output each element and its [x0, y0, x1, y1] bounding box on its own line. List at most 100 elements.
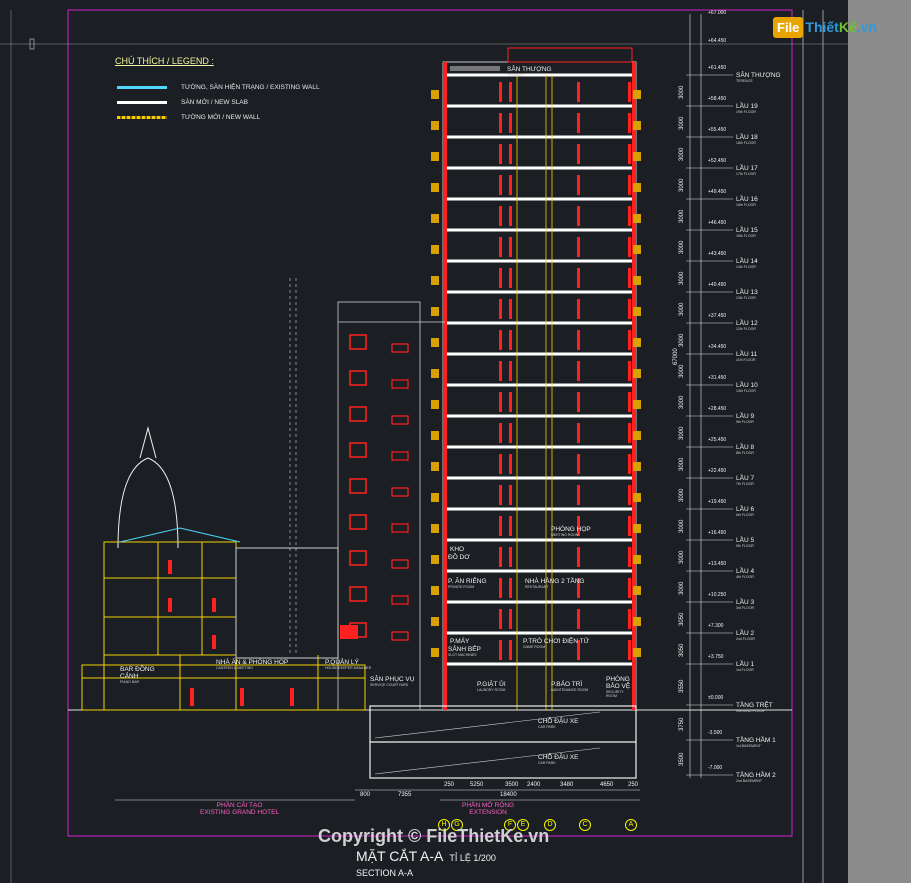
roof-planter — [450, 66, 500, 71]
column — [577, 361, 580, 381]
room-private: P. ĂN RIÊNG PRIVATE ROOM — [448, 578, 487, 589]
floor-level: +10.250 — [708, 592, 727, 598]
floor-level: +58.450 — [708, 96, 727, 102]
room-service: SÂN PHỤC VỤ SERVICE COURTYARD — [370, 676, 415, 687]
window — [349, 550, 367, 566]
level-ticks — [686, 74, 733, 776]
column — [628, 268, 631, 288]
column — [628, 392, 631, 412]
floor-label: LẦU 11 11th FLOOR — [736, 351, 758, 362]
drawing-title: MẶT CẮT A-A TỈ LỆ 1/200 — [356, 848, 496, 864]
column — [499, 237, 502, 257]
balcony — [431, 276, 439, 285]
logo-box: File — [773, 16, 804, 38]
column — [577, 268, 580, 288]
floor-height: 3000 — [679, 426, 685, 440]
floor-level: +16.450 — [708, 530, 727, 536]
floor-level: -7.000 — [708, 765, 723, 771]
floor-level: +37.450 — [708, 313, 727, 319]
window — [349, 334, 367, 350]
floor-label: TẦNG HẦM 1 1st BASEMENT — [736, 737, 776, 748]
floor-slab — [443, 290, 636, 294]
column — [628, 206, 631, 226]
column — [509, 361, 512, 381]
floor-level: -3.500 — [708, 730, 723, 736]
window — [391, 379, 409, 389]
column — [628, 454, 631, 474]
window — [391, 631, 409, 641]
grid-bubble-c: C — [579, 819, 591, 831]
level-roof: +64.450 — [708, 38, 727, 44]
floor-height: 3000 — [679, 85, 685, 99]
balcony — [431, 369, 439, 378]
column — [509, 299, 512, 319]
site-logo[interactable]: File ThiếtKế.vn — [773, 14, 877, 40]
logo-text: ThiếtKế.vn — [805, 19, 877, 35]
window — [391, 343, 409, 353]
column — [499, 330, 502, 350]
column — [577, 454, 580, 474]
floor-height: 3000 — [679, 178, 685, 192]
floor-label: LẦU 9 9th FLOOR — [736, 413, 755, 424]
window — [391, 415, 409, 425]
copyright-watermark: Copyright © FileThietKe.vn — [318, 826, 550, 846]
column — [577, 175, 580, 195]
legend-swatch — [117, 85, 167, 89]
balcony — [633, 214, 641, 223]
floor-label: LẦU 16 16th FLOOR — [736, 196, 758, 207]
extent-extension: PHẦN MỞ RỘNG EXTENSION — [462, 802, 515, 816]
legend-item-new-slab: SÀN MỚI / NEW SLAB — [117, 97, 248, 107]
window — [391, 487, 409, 497]
floor-level: +34.450 — [708, 344, 727, 350]
floor-label: LẦU 19 19th FLOOR — [736, 103, 758, 114]
floor-height: 3000 — [679, 581, 685, 595]
balcony — [431, 431, 439, 440]
column — [628, 175, 631, 195]
floor-level: +55.450 — [708, 127, 727, 133]
floor-level: +61.450 — [708, 65, 727, 71]
room-maintenance: P.BẢO TRÌ MAINTENANCE ROOM — [551, 681, 589, 692]
left-span-dim: 7355 — [398, 792, 412, 798]
floor-slab — [443, 476, 636, 480]
span-dim: 250 — [444, 782, 455, 788]
floor-label: TẦNG TRỆT GROUND FLOOR — [736, 702, 773, 713]
column — [509, 485, 512, 505]
floor-label: LẦU 1 1st FLOOR — [736, 661, 755, 672]
floor-height: 3000 — [679, 116, 685, 130]
floor-slab — [443, 321, 636, 325]
column — [499, 454, 502, 474]
window — [349, 370, 367, 386]
column — [577, 547, 580, 567]
column — [499, 299, 502, 319]
balcony — [431, 90, 439, 99]
balcony — [633, 152, 641, 161]
floor-label: LẦU 6 6th FLOOR — [736, 506, 755, 517]
room-hall: SẢNH BẾP SLOT MACHINES — [448, 646, 481, 657]
floor-level: +46.450 — [708, 220, 727, 226]
column — [628, 144, 631, 164]
floor-level: +28.450 — [708, 406, 727, 412]
balcony — [431, 121, 439, 130]
balcony — [633, 431, 641, 440]
column — [628, 82, 631, 102]
floor-slab — [443, 104, 636, 108]
room-machine: P.MÁY — [450, 638, 470, 645]
column — [499, 547, 502, 567]
legend-title: CHÚ THÍCH / LEGEND : — [115, 56, 214, 66]
span-dim: 3480 — [560, 782, 574, 788]
floor-slab — [443, 197, 636, 201]
column — [499, 609, 502, 629]
column — [499, 485, 502, 505]
balcony — [633, 524, 641, 533]
column — [499, 361, 502, 381]
drawing-frame — [67, 9, 793, 837]
window — [349, 514, 367, 530]
total-height-dim: 67000 — [673, 348, 679, 365]
balcony — [431, 214, 439, 223]
floor-height: 3000 — [679, 550, 685, 564]
drawing-subtitle: SECTION A-A — [356, 868, 414, 878]
balcony — [431, 586, 439, 595]
floor-level: +49.450 — [708, 189, 727, 195]
floor-slab — [443, 166, 636, 170]
floor-height: 3500 — [679, 752, 685, 766]
